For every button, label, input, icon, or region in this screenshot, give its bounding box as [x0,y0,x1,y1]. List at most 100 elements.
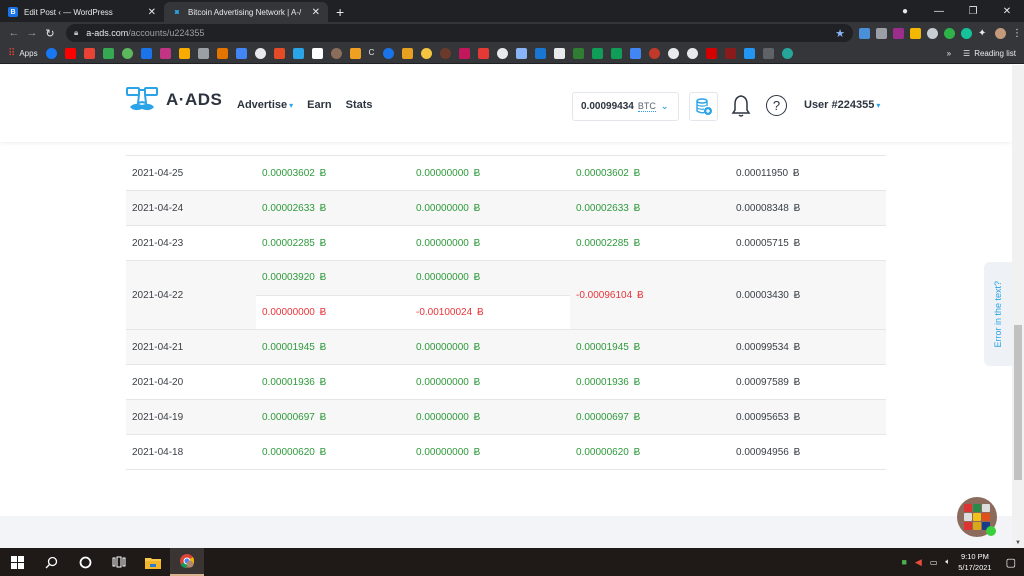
tab-wordpress[interactable]: B Edit Post ‹ — WordPress ✕ [0,2,164,22]
instagram-bookmark-icon[interactable] [159,48,171,59]
bookmark-icon[interactable] [515,48,527,59]
extension-icon[interactable] [859,27,870,39]
page-scrollbar[interactable]: ▼ [1012,65,1024,548]
cortana-icon[interactable] [68,548,102,576]
network-icon[interactable]: ▭ [930,558,938,567]
search-icon[interactable] [34,548,68,576]
extension-icon[interactable] [927,27,938,39]
bookmark-icon[interactable] [477,48,489,59]
bookmark-icon[interactable] [121,48,133,59]
ads-bookmark-icon[interactable] [235,48,247,59]
heart-bookmark-icon[interactable] [458,48,470,59]
puzzle-extensions-icon[interactable]: ✦ [978,28,989,39]
close-tab-icon[interactable]: ✕ [312,7,320,18]
analytics-bookmark-icon[interactable] [178,48,190,59]
forward-icon[interactable]: → [24,27,40,39]
bookmark-icon[interactable] [553,48,565,59]
user-menu[interactable]: User #224355 ▾ [804,99,880,111]
bookmark-icon[interactable] [572,48,584,59]
nav-earn[interactable]: Earn [307,99,331,111]
apps-bookmark[interactable]: ⠿ Apps [8,48,38,59]
docs-bookmark-icon[interactable] [629,48,641,59]
bookmark-icon[interactable] [216,48,228,59]
bookmark-icon[interactable] [382,48,394,59]
amount-cell: 0.00000697 Ƀ [576,411,641,423]
bookmark-icon[interactable] [197,48,209,59]
notification-center-icon[interactable]: ▢ [1006,556,1016,569]
help-question-icon[interactable]: ? [766,95,787,116]
extension-icon[interactable] [876,27,887,39]
tray-app-icon[interactable]: ◀ [915,557,922,568]
bookmark-icon[interactable] [401,48,413,59]
lp-bookmark-icon[interactable] [534,48,546,59]
extension-icon[interactable] [893,27,904,39]
grammarly-icon[interactable] [961,27,972,39]
reload-icon[interactable]: ↻ [42,27,58,40]
task-view-icon[interactable] [102,548,136,576]
bookmark-icon[interactable] [762,48,774,59]
globe-bookmark-icon[interactable] [667,48,679,59]
bookmark-icon[interactable] [349,48,361,59]
bookmark-icon[interactable] [273,48,285,59]
tab-a-ads[interactable]: ◙ Bitcoin Advertising Network | A-/ ✕ [164,2,328,22]
globe-bookmark-icon[interactable] [254,48,266,59]
sheets-bookmark-icon[interactable] [591,48,603,59]
sheets-bookmark-icon[interactable] [610,48,622,59]
table-header-strip [126,142,886,156]
nav-advertise[interactable]: Advertise ▾ [237,99,293,111]
bookmark-icon[interactable] [330,48,342,59]
volume-icon[interactable]: 🔈︎ [945,557,950,567]
bookmark-icon[interactable] [420,48,432,59]
bookmark-icon[interactable] [781,48,793,59]
scrollbar-thumb[interactable] [1014,325,1022,480]
notifications-bell-icon[interactable] [731,94,751,123]
extension-icon[interactable] [944,27,955,39]
globe-bookmark-icon[interactable] [496,48,508,59]
bookmark-icon[interactable] [439,48,451,59]
bookmark-icon[interactable] [743,48,755,59]
more-menu-icon[interactable]: ⋮ [1012,28,1022,39]
balance-cell: 0.00011950 Ƀ [736,167,800,179]
error-in-text-tab[interactable]: Error in the text? [984,262,1012,366]
clock[interactable]: 9:10 PM 5/17/2021 [958,551,991,573]
close-window-icon[interactable]: ✕ [990,6,1024,17]
facebook-bookmark-icon[interactable] [45,48,57,59]
profile-menu-icon[interactable]: ● [888,6,922,17]
a-ads-logo[interactable]: A·ADS [126,87,222,113]
nvidia-tray-icon[interactable]: ■ [901,557,906,567]
more-bookmarks-button[interactable]: » [947,49,951,58]
extension-icon[interactable] [910,27,921,39]
blogger-bookmark-icon[interactable] [140,48,152,59]
chrome-taskbar-icon[interactable] [170,548,204,576]
globe-bookmark-icon[interactable] [686,48,698,59]
file-explorer-icon[interactable] [136,548,170,576]
minimize-icon[interactable]: — [922,6,956,17]
new-tab-button[interactable]: + [336,2,344,22]
add-funds-button[interactable] [689,92,718,121]
chat-widget-avatar[interactable] [957,497,997,537]
youtube-bookmark-icon[interactable] [64,48,76,59]
browser-tab-strip: B Edit Post ‹ — WordPress ✕ ◙ Bitcoin Ad… [0,0,1024,22]
back-icon[interactable]: ← [6,27,22,39]
close-tab-icon[interactable]: ✕ [148,7,156,18]
reading-list-button[interactable]: » ☰ Reading list [947,49,1016,58]
nav-stats[interactable]: Stats [346,99,373,111]
bookmark-icon[interactable] [705,48,717,59]
balance-dropdown[interactable]: 0.00099434 BTC ⌄ [572,92,679,121]
windows-start-icon[interactable] [0,548,34,576]
amount-cell: 0.00000697 Ƀ [262,411,327,423]
profile-avatar[interactable] [995,27,1006,39]
maximize-icon[interactable]: ❐ [956,6,990,17]
drive-bookmark-icon[interactable] [102,48,114,59]
bookmark-star-icon[interactable]: ★ [835,27,845,40]
amazon-bookmark-icon[interactable] [311,48,323,59]
bookmark-icon[interactable] [724,48,736,59]
bookmark-icon[interactable] [648,48,660,59]
gmail-bookmark-icon[interactable] [83,48,95,59]
table-row-split: 2021-04-22 0.00003920 Ƀ 0.00000000 Ƀ 0.0… [126,261,886,330]
scroll-down-arrow-icon[interactable]: ▼ [1015,540,1021,546]
a-ads-bookmark-icon[interactable] [292,48,304,59]
address-bar[interactable]: 🔒︎ a-ads.com/accounts/u224355 ★ [66,24,853,42]
bookmark-icon[interactable]: C [369,48,375,59]
amount-cell: -0.00096104 Ƀ [576,289,644,301]
